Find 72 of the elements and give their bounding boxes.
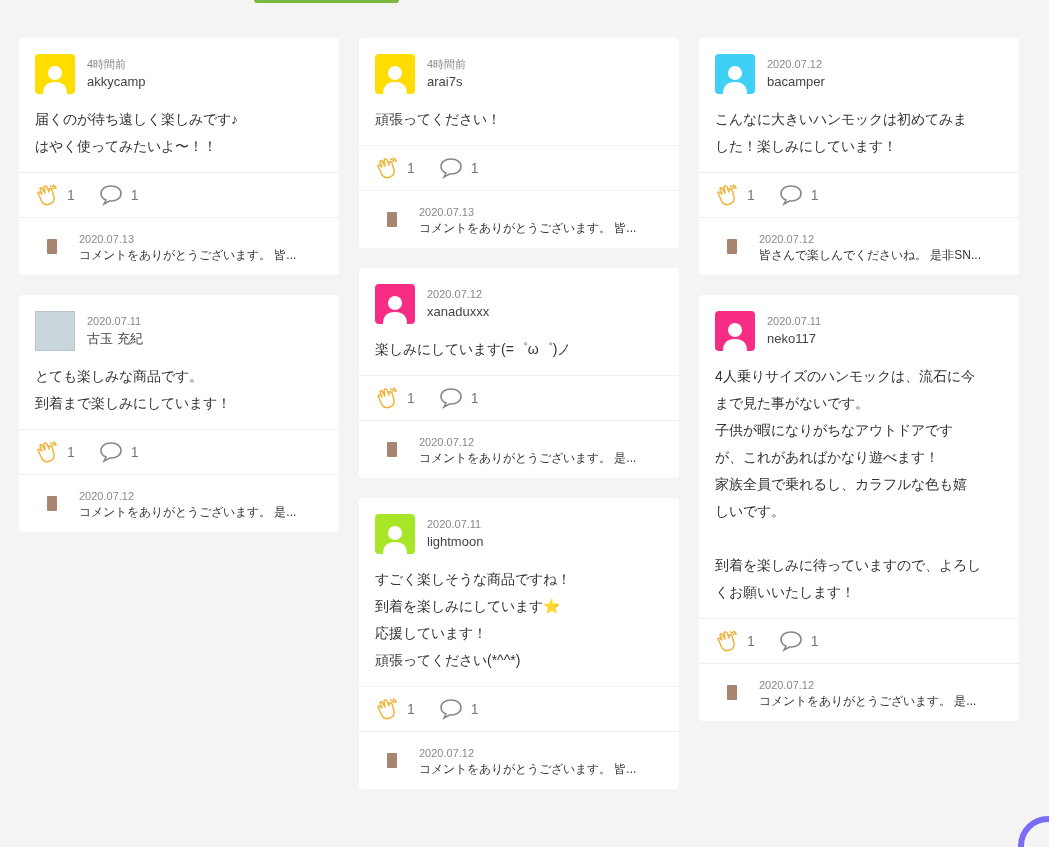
speech-bubble-icon[interactable] [98,441,123,463]
clapping-hands-icon[interactable] [715,183,739,207]
clapping-hands-icon[interactable] [715,629,739,653]
reply-text: コメントをありがとうございます。 皆... [419,219,637,236]
clap-count: 1 [407,158,415,178]
reply-text: コメントをありがとうございます。 皆... [419,760,637,777]
user-name: 古玉 充紀 [87,330,143,348]
user-name: neko117 [767,330,817,348]
clapping-hands-icon[interactable] [375,697,399,721]
user-name: bacamper [767,73,825,91]
clap-count: 1 [747,185,755,205]
clap-count: 1 [67,442,75,462]
comment-text: 頑張ってください！ [375,110,502,129]
clapping-hands-icon[interactable] [35,440,59,464]
comment-text: 楽しみにしています(=゜ω゜)ノ [375,340,573,359]
user-name: xanaduxxx [427,303,490,321]
reply-text: コメントをありがとうございます。 是... [419,449,637,466]
comment-count: 1 [470,699,479,719]
reply-avatar [387,753,397,768]
reply-text: 皆さんで楽しんでくださいね。 是非SN... [759,246,981,263]
comment-text: 4人乗りサイズのハンモックは、流石に今 まで見た事がないです。 子供が暇になりがちなアウトドアです が、これがあればかなり遊べます！ 家族全員で乗れるし、カラフルな色も嬉 しいです。 [715,367,976,521]
comment-text: すごく楽しそうな商品ですね！ 到着を楽しみにしています⭐ 応援しています！ 頑張ってください(*^^*) [375,570,572,670]
reply-avatar [727,685,737,700]
reply-date: 2020.07.12 [79,488,136,504]
comment-text: 届くのが待ち遠しく楽しみです♪ はやく使ってみたいよ〜！！ [35,110,239,156]
comment-count: 1 [810,631,819,651]
speech-bubble-icon[interactable] [438,698,463,720]
post-time: 4時間前 [87,57,128,72]
speech-bubble-icon[interactable] [98,184,123,206]
clap-count: 1 [407,388,415,408]
post-time: 2020.07.11 [767,314,822,329]
comment-count: 1 [130,185,139,205]
reply-date: 2020.07.13 [79,231,136,247]
clap-count: 1 [67,185,75,205]
clapping-hands-icon[interactable] [375,386,399,410]
reply-text: コメントをありがとうございます。 是... [759,692,977,709]
clap-count: 1 [747,631,755,651]
comment-text: こんなに大きいハンモックは初めてみま した！楽しみにしています！ [715,110,968,156]
clapping-hands-icon[interactable] [35,183,59,207]
comment-text: とても楽しみな商品です。 到着まで楽しみにしています！ [35,367,232,413]
post-time: 2020.07.12 [767,57,824,72]
reply-avatar [387,212,397,227]
post-time: 4時間前 [427,57,467,72]
speech-bubble-icon[interactable] [778,184,803,206]
reply-date: 2020.07.12 [759,677,816,693]
reply-avatar [47,496,57,511]
reply-text: コメントをありがとうございます。 皆... [79,246,297,263]
user-name: akkycamp [87,73,146,91]
user-name: lightmoon [427,533,484,551]
reply-avatar [47,239,57,254]
comment-count: 1 [470,388,479,408]
comment-count: 1 [130,442,139,462]
post-time: 2020.07.11 [427,517,483,532]
clapping-hands-icon[interactable] [375,156,399,180]
speech-bubble-icon[interactable] [778,630,803,652]
reply-date: 2020.07.13 [419,204,476,220]
reply-text: コメントをありがとうございます。 是... [79,503,297,520]
post-time: 2020.07.12 [427,287,484,302]
comment-count: 1 [470,158,479,178]
speech-bubble-icon[interactable] [438,387,463,409]
reply-avatar [387,442,397,457]
post-time: 2020.07.11 [87,314,143,329]
user-name: arai7s [427,73,464,91]
comment-count: 1 [810,185,819,205]
reply-avatar [727,239,737,254]
reply-date: 2020.07.12 [759,231,816,247]
comment-text: 到着を楽しみに待っていますので、よろし くお願いいたします！ [715,556,982,602]
photo-placeholder [35,311,75,351]
clap-count: 1 [407,699,415,719]
speech-bubble-icon[interactable] [438,157,463,179]
reply-date: 2020.07.12 [419,745,476,761]
reply-date: 2020.07.12 [419,434,476,450]
